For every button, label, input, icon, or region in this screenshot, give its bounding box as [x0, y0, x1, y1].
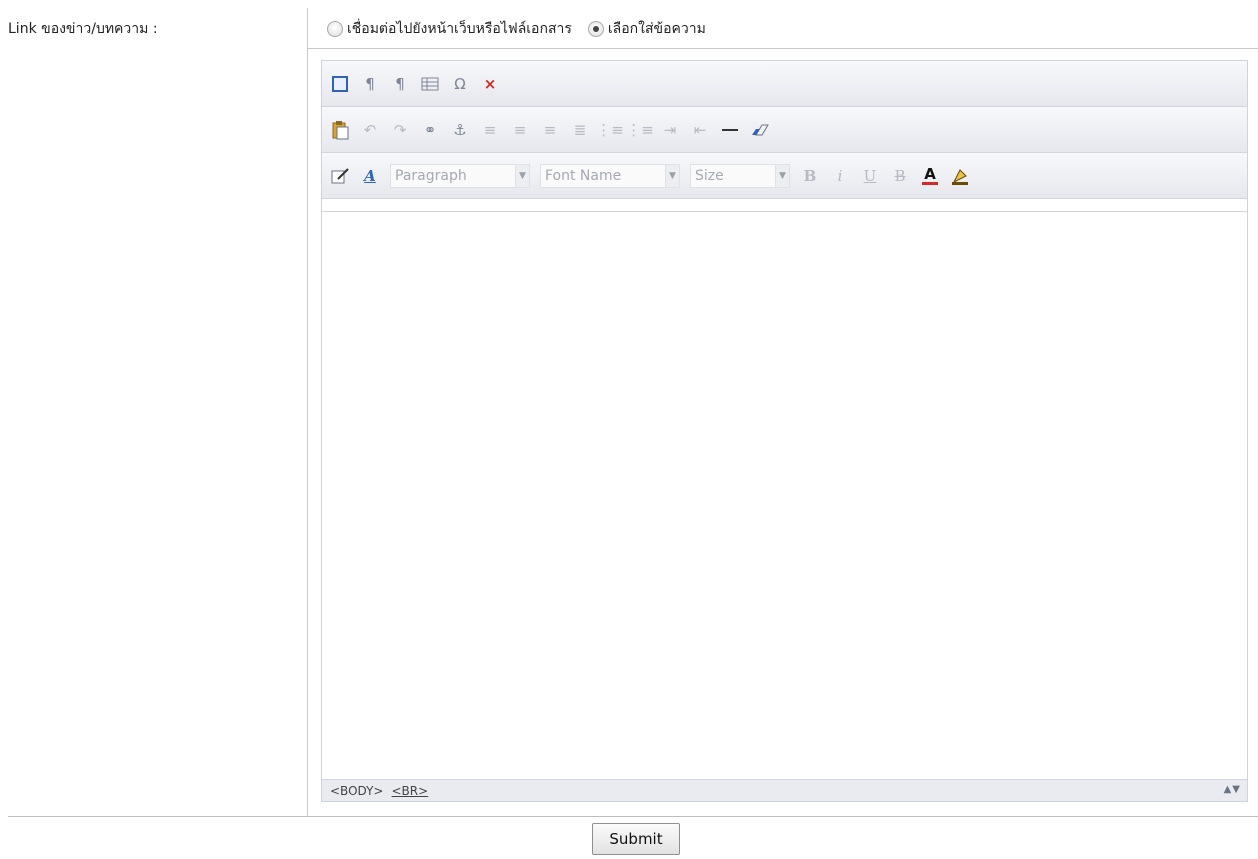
radio-link[interactable] — [327, 21, 343, 37]
editor-content-area[interactable] — [322, 211, 1247, 778]
special-char-icon[interactable]: Ω — [450, 74, 470, 94]
chevron-down-icon[interactable]: ▼ — [515, 164, 529, 187]
row-divider — [307, 48, 1258, 49]
text-color-letter: A — [924, 164, 936, 183]
bottom-divider — [8, 816, 1258, 817]
font-style-icon[interactable]: A — [360, 166, 380, 186]
radio-text-label: เลือกใส่ข้อความ — [607, 21, 706, 37]
strikethrough-button[interactable]: B — [890, 166, 910, 186]
column-divider — [307, 8, 308, 817]
eraser-icon[interactable] — [750, 120, 770, 140]
outdent-icon[interactable]: ⇤ — [690, 120, 710, 140]
align-center-icon[interactable]: ≡ — [510, 120, 530, 140]
paste-icon[interactable] — [330, 120, 350, 140]
edit-source-icon[interactable] — [330, 166, 350, 186]
radio-option-text[interactable]: เลือกใส่ข้อความ — [587, 18, 706, 40]
editor-statusbar: <BODY> <BR> ▲▼ — [322, 779, 1247, 801]
radio-option-link[interactable]: เชื่อมต่อไปยังหน้าเว็บหรือไฟล์เอกสาร — [327, 18, 572, 40]
anchor-icon[interactable]: ⚓ — [450, 120, 470, 140]
align-left-icon[interactable]: ≡ — [480, 120, 500, 140]
resize-handle-icon[interactable]: ▲▼ — [1224, 784, 1241, 795]
form-row: Link ของข่าว/บทความ : เชื่อมต่อไปยังหน้า… — [0, 0, 1258, 817]
horizontal-rule-icon[interactable] — [720, 120, 740, 140]
radio-link-label: เชื่อมต่อไปยังหน้าเว็บหรือไฟล์เอกสาร — [347, 21, 572, 37]
table-icon[interactable] — [420, 74, 440, 94]
radio-text[interactable] — [587, 21, 604, 37]
field-label: Link ของข่าว/บทความ : — [8, 21, 158, 37]
bold-button[interactable]: B — [800, 166, 820, 186]
font-select[interactable]: Font Name ▼ — [540, 163, 680, 188]
remove-format-icon[interactable]: × — [480, 74, 500, 94]
italic-button[interactable]: i — [830, 166, 850, 186]
editor-toolbar-3: A Paragraph ▼ Font Name ▼ Size ▼ B i U B… — [322, 153, 1247, 199]
chevron-down-icon[interactable]: ▼ — [665, 164, 679, 187]
justify-icon[interactable]: ≣ — [570, 120, 590, 140]
link-icon[interactable]: ⚭ — [420, 120, 440, 140]
status-tag-body[interactable]: <BODY> — [330, 784, 384, 798]
highlight-color-icon[interactable] — [950, 166, 970, 186]
rich-text-editor: ¶ ¶ Ω × ↶ ↷ ⚭ ⚓ ≡ ≡ ≡ ≣ ⋮≡ ⋮≡ ⇥ ⇤ A Para… — [321, 60, 1248, 802]
align-right-icon[interactable]: ≡ — [540, 120, 560, 140]
link-type-radio-group: เชื่อมต่อไปยังหน้าเว็บหรือไฟล์เอกสาร เลื… — [327, 18, 714, 40]
status-tag-br[interactable]: <BR> — [392, 784, 429, 798]
unordered-list-icon[interactable]: ⋮≡ — [626, 120, 654, 140]
format-select-value: Paragraph — [395, 167, 467, 184]
editor-toolbar-2: ↶ ↷ ⚭ ⚓ ≡ ≡ ≡ ≣ ⋮≡ ⋮≡ ⇥ ⇤ — [322, 107, 1247, 153]
show-blocks-icon[interactable] — [330, 74, 350, 94]
format-select[interactable]: Paragraph ▼ — [390, 163, 530, 188]
font-select-value: Font Name — [545, 167, 622, 184]
editor-toolbar-1: ¶ ¶ Ω × — [322, 61, 1247, 107]
underline-button[interactable]: U — [860, 166, 880, 186]
ordered-list-icon[interactable]: ⋮≡ — [596, 120, 624, 140]
text-color-button[interactable]: A — [920, 165, 940, 187]
submit-button[interactable]: Submit — [592, 823, 680, 855]
undo-icon[interactable]: ↶ — [360, 120, 380, 140]
rtl-icon[interactable]: ¶ — [390, 74, 410, 94]
chevron-down-icon[interactable]: ▼ — [775, 164, 789, 187]
redo-icon[interactable]: ↷ — [390, 120, 410, 140]
indent-icon[interactable]: ⇥ — [660, 120, 680, 140]
text-color-bar — [922, 181, 938, 185]
size-select-value: Size — [695, 167, 724, 184]
size-select[interactable]: Size ▼ — [690, 163, 790, 188]
ltr-icon[interactable]: ¶ — [360, 74, 380, 94]
